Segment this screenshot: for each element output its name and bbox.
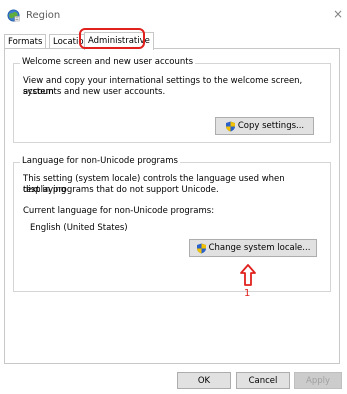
ok-button[interactable]: OK <box>177 372 231 389</box>
change-system-locale-button[interactable]: Change system locale... <box>189 239 317 257</box>
window-title: Region <box>26 10 61 21</box>
welcome-description-line2: accounts and new user accounts. <box>23 87 166 97</box>
up-arrow-icon <box>240 264 256 286</box>
group-non-unicode: Language for non-Unicode programs This s… <box>13 156 331 292</box>
current-language-label: Current language for non-Unicode program… <box>23 206 215 216</box>
apply-button[interactable]: Apply <box>294 372 342 389</box>
uac-shield-icon <box>225 121 235 131</box>
uac-shield-icon <box>196 243 206 253</box>
cancel-button[interactable]: Cancel <box>236 372 290 389</box>
tab-panel: Welcome screen and new user accounts Vie… <box>4 48 340 364</box>
close-icon[interactable]: × <box>333 8 343 20</box>
dialog-footer: OK Cancel Apply <box>0 366 347 394</box>
region-globe-icon <box>7 9 20 22</box>
group-legend-welcome: Welcome screen and new user accounts <box>20 57 196 67</box>
annotation-number: 1 <box>244 288 251 299</box>
current-language-value: English (United States) <box>30 223 128 233</box>
copy-settings-label: Copy settings... <box>237 121 305 131</box>
group-legend-non-unicode: Language for non-Unicode programs <box>20 156 180 166</box>
tab-highlight-annotation <box>79 28 145 49</box>
group-welcome-screen: Welcome screen and new user accounts Vie… <box>13 57 331 143</box>
copy-settings-button[interactable]: Copy settings... <box>215 117 314 135</box>
change-system-locale-label: Change system locale... <box>208 243 311 253</box>
unicode-description-line2: text in programs that do not support Uni… <box>23 185 219 195</box>
title-bar: Region × <box>0 0 347 30</box>
